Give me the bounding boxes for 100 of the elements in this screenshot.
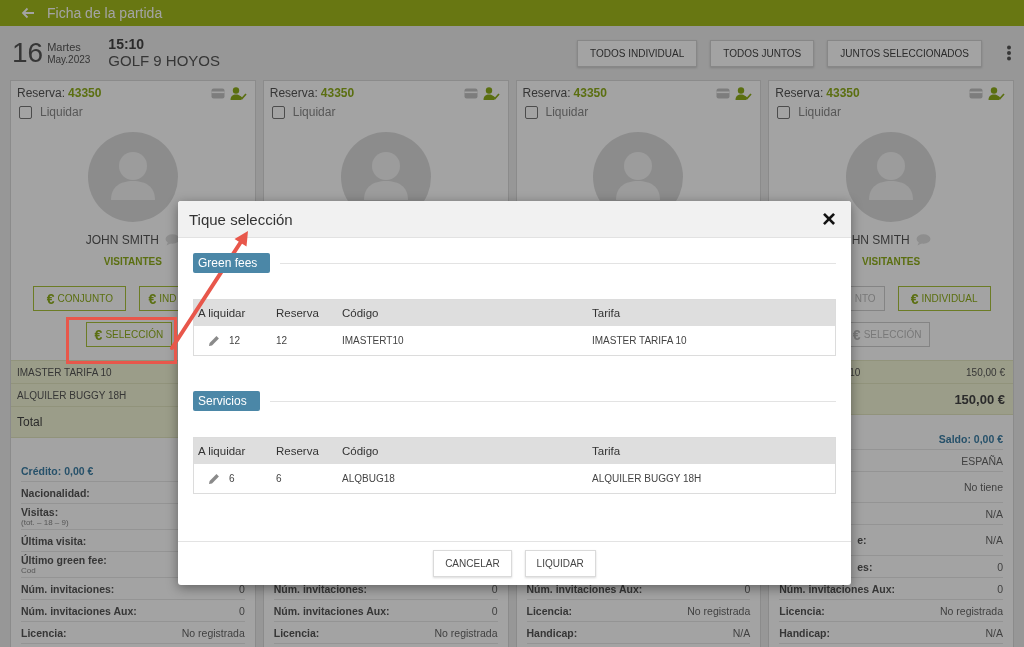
field-label: Licencia: [21, 626, 67, 639]
field-note: (tot. – 18 – 9) [21, 518, 69, 527]
column-header: Reserva [275, 445, 320, 457]
field-value: 0 [238, 582, 245, 595]
avatar-icon [87, 132, 178, 222]
field-value: ESPAÑA [961, 454, 1003, 467]
back-arrow-icon[interactable] [21, 7, 35, 19]
checkbox-label: Liquidar [40, 105, 83, 119]
checkbox-label: Liquidar [292, 105, 336, 119]
player-category: VISITANTES [103, 256, 162, 267]
field-value: N/A [985, 534, 1003, 546]
checkbox-label: Liquidar [545, 105, 589, 119]
weekday: Martes [47, 40, 82, 54]
field-value: N/A [732, 626, 751, 639]
dialog-title: Tique selección [189, 210, 293, 228]
column-header: Tarifa [591, 445, 622, 457]
user-check-icon[interactable] [482, 86, 500, 100]
field-value: 0 [491, 604, 498, 617]
field-value: 0 [997, 560, 1003, 573]
dialog-button[interactable]: CANCELAR [433, 550, 512, 577]
course-name: GOLF 9 HOYOS [108, 52, 221, 70]
checkbox[interactable] [524, 105, 538, 119]
field-label: Núm. invitaciones: [273, 582, 368, 595]
field-value: 0 [997, 582, 1003, 595]
column-header: Código [341, 307, 380, 319]
field-label: Núm. invitaciones: [21, 582, 115, 595]
user-check-icon[interactable] [735, 86, 753, 100]
dialog-button[interactable]: LIQUIDAR [524, 550, 596, 577]
reservation-label: Reserva: [522, 86, 571, 100]
user-check-icon[interactable] [229, 86, 247, 100]
field-value: No registrada [687, 604, 751, 617]
reservation-number: 43350 [826, 86, 860, 100]
checkbox-label: Liquidar [798, 105, 841, 119]
avatar-icon [846, 132, 937, 222]
field-label: Licencia: [273, 626, 320, 639]
table-cell: 12 [229, 335, 241, 346]
more-menu-icon[interactable] [1006, 45, 1012, 61]
column-header: A liquidar [197, 307, 247, 319]
table-cell-text: IMASTER TARIFA 10 [591, 335, 688, 346]
field-label: Nacionalidad: [21, 486, 90, 499]
checkbox[interactable] [777, 105, 791, 119]
table-cell-text: 12 [275, 335, 289, 346]
item-price: 150,00 € [966, 366, 1005, 378]
field-value: No tiene [963, 481, 1003, 493]
ticket-icon[interactable] [210, 87, 225, 99]
checkbox[interactable] [271, 105, 285, 119]
checkbox[interactable] [19, 105, 32, 119]
column-header: Código [341, 445, 380, 457]
field-value: N/A [985, 507, 1003, 520]
field-label: Licencia: [526, 604, 573, 617]
field-label: e: [857, 534, 867, 546]
table-cell-text: ALQUILER BUGGY 18H [591, 473, 703, 484]
total-label: Total [17, 415, 43, 429]
field-value: 0 [744, 582, 751, 595]
ticket-icon[interactable] [463, 87, 478, 99]
action-button[interactable]: TODOS INDIVIDUAL [577, 39, 698, 67]
field-note: Cod [21, 566, 37, 575]
player-name: JOHN SMITH [85, 233, 160, 247]
field-label: Núm. invitaciones Aux: [526, 582, 643, 595]
page-title: Ficha de la partida [47, 5, 163, 21]
section-tag: Green fees [193, 253, 271, 273]
field-value: N/A [985, 626, 1003, 639]
month-year: May.2023 [47, 53, 91, 66]
field-value: 0 [491, 582, 498, 595]
table-cell-text: 6 [275, 473, 283, 484]
reservation-label: Reserva: [269, 86, 318, 100]
tee-time: 15:10 [108, 36, 146, 53]
field-label: Último green fee: [21, 554, 107, 566]
section-tag: Servicios [193, 391, 260, 411]
reservation-number: 43350 [573, 86, 607, 100]
field-label: Handicap: [779, 626, 830, 639]
field-label: Núm. invitaciones Aux: [779, 582, 895, 595]
field-label: Última visita: [21, 534, 87, 547]
field-value: 0 [238, 604, 245, 617]
item-name: ALQUILER BUGGY 18H [17, 389, 127, 401]
balance-text: Crédito: 0,00 € [21, 464, 94, 477]
day-number: 16 [12, 39, 44, 67]
ticket-icon[interactable] [969, 87, 983, 99]
reservation-label: Reserva: [17, 86, 66, 100]
player-name: HN SMITH [851, 233, 910, 247]
pencil-icon[interactable] [208, 472, 220, 485]
close-button[interactable]: × [819, 207, 839, 231]
field-label: Licencia: [779, 604, 825, 617]
field-label: Visitas: [21, 506, 60, 518]
reservation-number: 43350 [320, 86, 355, 100]
column-header: Tarifa [591, 307, 622, 319]
field-value: No registrada [181, 626, 245, 639]
table-cell-text: IMASTERT10 [341, 335, 405, 346]
balance-text: Saldo: 0,00 € [938, 432, 1003, 445]
action-button[interactable]: JUNTOS SELECCIONADOS [827, 39, 982, 67]
reservation-number: 43350 [68, 86, 102, 100]
column-header: A liquidar [197, 445, 247, 457]
user-check-icon[interactable] [988, 86, 1005, 100]
field-label: Núm. invitaciones Aux: [21, 604, 137, 617]
pencil-icon[interactable] [208, 334, 220, 347]
comment-icon[interactable] [165, 234, 181, 246]
item-name: IMASTER TARIFA 10 [17, 366, 112, 378]
action-button[interactable]: TODOS JUNTOS [710, 39, 815, 67]
ticket-icon[interactable] [716, 87, 731, 99]
field-label: Núm. invitaciones Aux: [273, 604, 390, 617]
